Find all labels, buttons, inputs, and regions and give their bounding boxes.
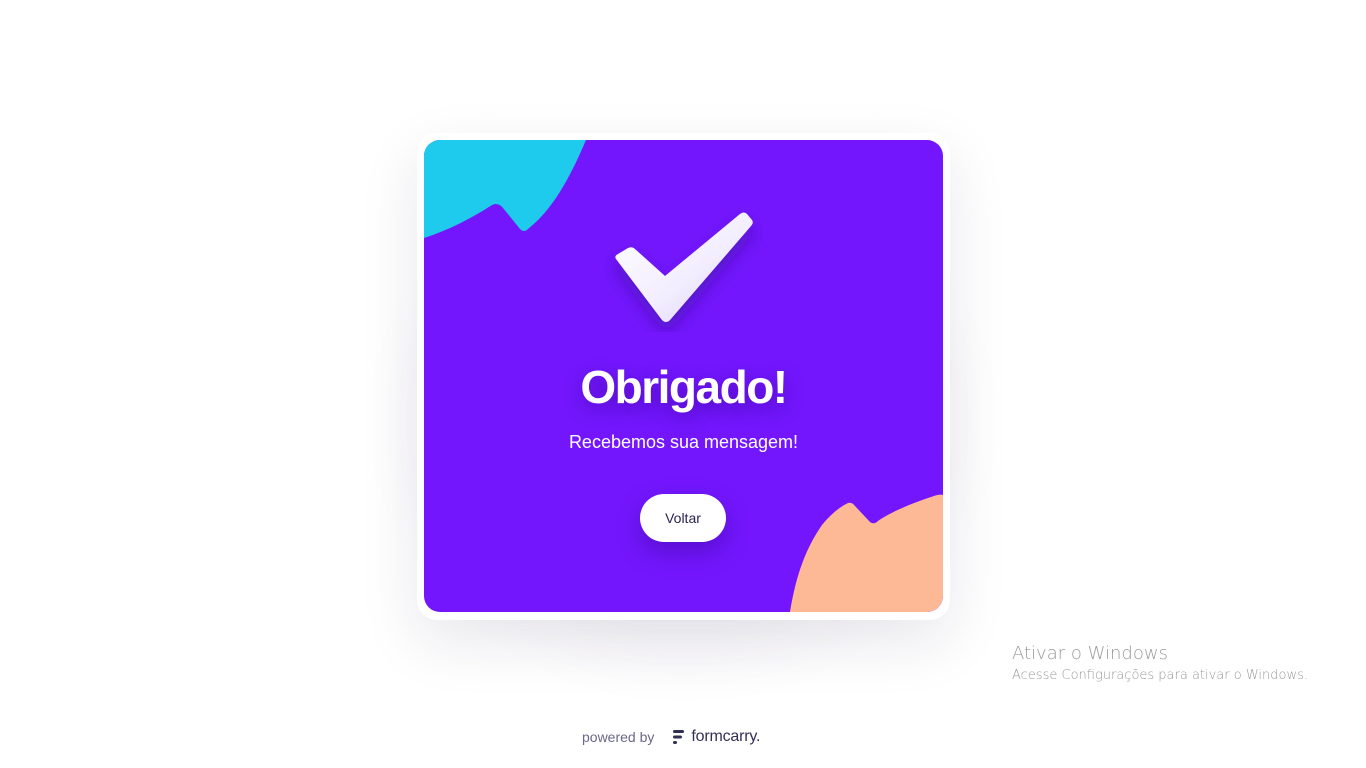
- page: Obrigado! Recebemos sua mensagem! Voltar…: [0, 0, 1366, 768]
- check-icon: [604, 202, 764, 332]
- back-button[interactable]: Voltar: [640, 494, 726, 542]
- formcarry-logo-icon: [673, 730, 685, 744]
- windows-activation-watermark: Ativar o Windows Acesse Configurações pa…: [1012, 643, 1308, 687]
- thank-you-card: Obrigado! Recebemos sua mensagem! Voltar: [424, 140, 943, 612]
- formcarry-brand-name: formcarry.: [691, 728, 761, 745]
- powered-by-footer: powered by formcarry.: [582, 726, 760, 748]
- powered-by-label: powered by: [582, 729, 655, 745]
- thank-you-title: Obrigado!: [580, 361, 788, 413]
- confirmation-message: Recebemos sua mensagem!: [568, 432, 799, 452]
- windows-activation-subtitle: Acesse Configurações para ativar o Windo…: [1012, 668, 1309, 683]
- windows-activation-title: Ativar o Windows: [1012, 643, 1168, 664]
- formcarry-logo-link[interactable]: formcarry.: [672, 728, 760, 746]
